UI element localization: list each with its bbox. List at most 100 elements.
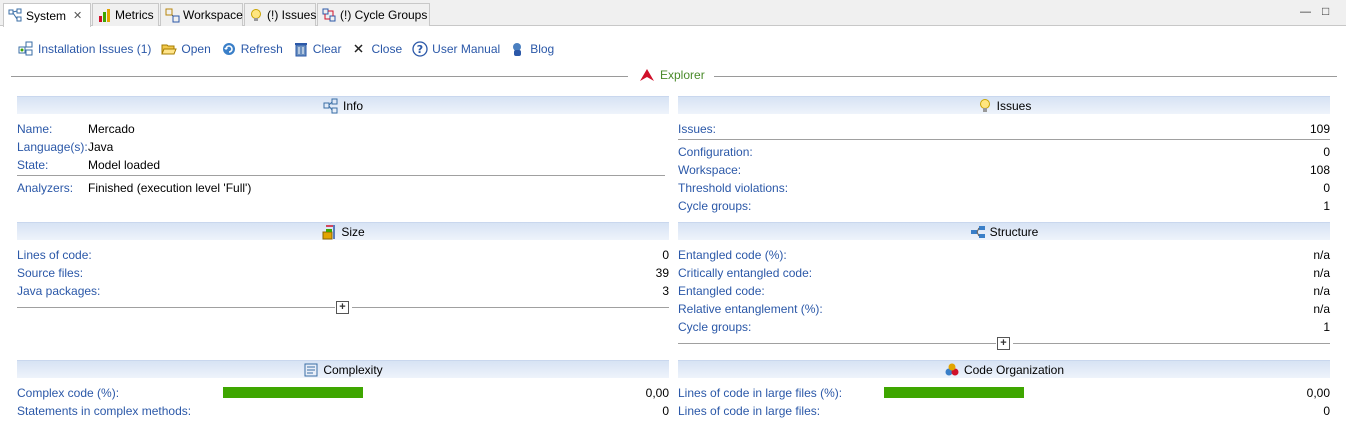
code-org-large-files-value: 0 — [1323, 404, 1330, 418]
open-button[interactable]: Open — [161, 41, 211, 57]
close-label: Close — [371, 42, 403, 56]
explorer-title[interactable]: Explorer — [639, 68, 705, 82]
structure-entangled-value: n/a — [1313, 284, 1330, 298]
issues-cycle-groups-row[interactable]: Cycle groups: 1 — [678, 197, 1330, 215]
tab-workspace-label: Workspace — [183, 8, 243, 22]
clear-button[interactable]: Clear — [293, 41, 341, 57]
info-language-value: Java — [88, 140, 114, 154]
refresh-button[interactable]: Refresh — [221, 41, 283, 57]
tab-system[interactable]: System ✕ — [3, 3, 91, 27]
complexity-title: Complexity — [323, 362, 383, 377]
close-x-icon — [351, 41, 367, 57]
complexity-complex-code-bar — [223, 387, 363, 398]
code-org-large-files-label: Lines of code in large files: — [678, 404, 821, 418]
issues-workspace-row[interactable]: Workspace: 108 — [678, 161, 1330, 179]
size-loc-label: Lines of code: — [17, 248, 92, 262]
structure-relative-entanglement-label: Relative entanglement (%): — [678, 302, 823, 316]
cycle-groups-icon — [322, 8, 337, 23]
size-java-packages-row[interactable]: Java packages: 3 — [17, 282, 669, 300]
user-manual-link[interactable]: ? User Manual — [412, 41, 500, 57]
tab-cycle-groups-label: (!) Cycle Groups — [340, 8, 428, 22]
close-icon[interactable]: ✕ — [73, 9, 82, 22]
info-analyzers-label: Analyzers: — [17, 181, 74, 195]
structure-entangled-row[interactable]: Entangled code: n/a — [678, 282, 1330, 300]
size-loc-row[interactable]: Lines of code: 0 — [17, 246, 669, 264]
complexity-statements-value: 0 — [662, 404, 669, 418]
tab-metrics[interactable]: Metrics — [92, 3, 159, 26]
explorer-label: Explorer — [660, 68, 705, 82]
workspace-icon — [165, 8, 180, 23]
tab-cycle-groups[interactable]: (!) Cycle Groups — [317, 3, 430, 26]
installation-issues-link[interactable]: Installation Issues (1) — [18, 41, 151, 57]
size-expand-button[interactable]: + — [336, 301, 349, 314]
structure-critically-entangled-label: Critically entangled code: — [678, 266, 813, 280]
complexity-complex-code-value: 0,00 — [645, 386, 669, 400]
issues-threshold-row[interactable]: Threshold violations: 0 — [678, 179, 1330, 197]
structure-expand-button[interactable]: + — [997, 337, 1010, 350]
structure-relative-entanglement-row[interactable]: Relative entanglement (%): n/a — [678, 300, 1330, 318]
minimize-icon[interactable]: — — [1300, 6, 1311, 18]
explorer-toolbar: Installation Issues (1) Open Refresh Cle… — [18, 40, 564, 58]
installation-issues-label: Installation Issues (1) — [38, 42, 152, 56]
issues-workspace-value: 108 — [1309, 163, 1330, 177]
user-manual-label: User Manual — [432, 42, 501, 56]
complexity-statements-row[interactable]: Statements in complex methods: 0 — [17, 402, 669, 420]
info-section-header: Info — [17, 96, 669, 114]
structure-entangled-pct-row[interactable]: Entangled code (%): n/a — [678, 246, 1330, 264]
blog-link[interactable]: Blog — [510, 41, 554, 57]
size-source-files-row[interactable]: Source files: 39 — [17, 264, 669, 282]
refresh-icon — [221, 41, 237, 57]
explorer-arrow-icon — [640, 69, 654, 81]
issues-cycle-groups-value: 1 — [1323, 199, 1330, 213]
maximize-icon[interactable]: □ — [1322, 4, 1329, 18]
blog-icon — [510, 41, 526, 57]
size-expand-separator-left — [17, 307, 335, 308]
code-org-large-files-bar — [884, 387, 1024, 398]
issues-threshold-label: Threshold violations: — [678, 181, 789, 195]
structure-entangled-pct-label: Entangled code (%): — [678, 248, 787, 262]
structure-icon — [970, 224, 986, 240]
structure-expand-separator-left — [678, 343, 996, 344]
explorer-separator-left — [11, 76, 628, 77]
info-analyzers-value: Finished (execution level 'Full') — [88, 181, 252, 195]
close-button[interactable]: Close — [351, 41, 402, 57]
tab-system-label: System — [26, 8, 67, 23]
size-java-packages-label: Java packages: — [17, 284, 101, 298]
issues-title: Issues — [996, 98, 1032, 113]
size-java-packages-value: 3 — [662, 284, 669, 298]
info-title: Info — [342, 98, 363, 113]
issues-threshold-value: 0 — [1323, 181, 1330, 195]
size-source-files-value: 39 — [655, 266, 669, 280]
info-state-label: State: — [17, 158, 49, 172]
code-org-large-files-pct-label: Lines of code in large files (%): — [678, 386, 843, 400]
size-ruler-icon — [321, 224, 337, 240]
issues-total-row[interactable]: Issues: 109 — [678, 120, 1330, 138]
structure-entangled-pct-value: n/a — [1313, 248, 1330, 262]
tab-issues[interactable]: (!) Issues — [244, 3, 316, 26]
structure-critically-entangled-value: n/a — [1313, 266, 1330, 280]
system-diagram-icon — [8, 8, 23, 23]
code-org-large-files-row[interactable]: Lines of code in large files: 0 — [678, 402, 1330, 420]
info-name-value: Mercado — [88, 122, 135, 136]
tab-workspace[interactable]: Workspace — [160, 3, 243, 26]
size-title: Size — [341, 224, 365, 239]
structure-entangled-label: Entangled code: — [678, 284, 765, 298]
help-icon: ? — [412, 41, 428, 57]
complexity-section-header: Complexity — [17, 360, 669, 378]
info-separator — [17, 175, 665, 176]
tab-issues-label: (!) Issues — [267, 8, 317, 22]
info-language-label: Language(s): — [17, 140, 88, 154]
info-language-row: Language(s): Java — [17, 138, 669, 156]
issues-cycle-groups-label: Cycle groups: — [678, 199, 752, 213]
structure-critically-entangled-row[interactable]: Critically entangled code: n/a — [678, 264, 1330, 282]
size-loc-value: 0 — [662, 248, 669, 262]
structure-cycle-groups-row[interactable]: Cycle groups: 1 — [678, 318, 1330, 336]
issues-configuration-value: 0 — [1323, 145, 1330, 159]
issues-section-header: Issues — [678, 96, 1330, 114]
structure-cycle-groups-value: 1 — [1323, 320, 1330, 334]
refresh-label: Refresh — [240, 42, 283, 56]
folder-open-icon — [161, 41, 178, 57]
issues-configuration-row[interactable]: Configuration: 0 — [678, 143, 1330, 161]
tab-metrics-label: Metrics — [115, 8, 154, 22]
structure-relative-entanglement-value: n/a — [1313, 302, 1330, 316]
